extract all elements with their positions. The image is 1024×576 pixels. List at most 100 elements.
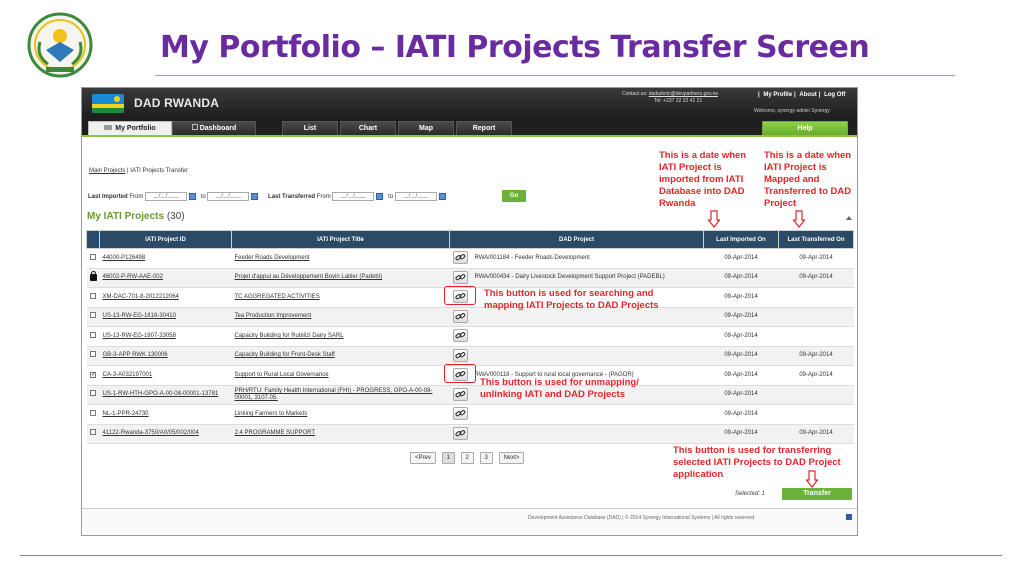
table-row[interactable]: 41122-Rwanda-3750/A0/05/002/004 2.4 PROGR… bbox=[86, 423, 854, 444]
column-header-last-imported[interactable]: Last Imported On bbox=[703, 230, 779, 249]
map-button-highlight bbox=[444, 286, 476, 305]
last-transferred-cell: 09-Apr-2014 bbox=[778, 267, 854, 288]
iati-title-link[interactable]: Support to Rural Local Governance bbox=[235, 372, 329, 378]
table-row[interactable]: NL-1-PPR-24730 Linking Farmers to Markets… bbox=[86, 404, 854, 425]
page-3-button[interactable]: 3 bbox=[479, 452, 493, 464]
row-checkbox[interactable] bbox=[90, 409, 96, 416]
iati-title-link[interactable]: Capacity Building for Front-Desk Staff bbox=[235, 352, 335, 358]
info-icon[interactable] bbox=[846, 514, 852, 520]
link-icon[interactable] bbox=[453, 387, 468, 401]
next-page-button[interactable]: Next> bbox=[498, 452, 525, 464]
contact-email-link[interactable]: dadadmin@devpartners.gov.rw bbox=[649, 91, 718, 97]
section-title-text: My IATI Projects bbox=[87, 211, 165, 222]
iati-title-link[interactable]: Capacity Building for Rubilizi Dairy SAR… bbox=[235, 333, 344, 339]
link-icon[interactable] bbox=[453, 348, 468, 362]
transferred-to-input[interactable]: __/__/____ bbox=[394, 192, 437, 201]
iati-title-link[interactable]: 2.4 PROGRAMME SUPPORT bbox=[235, 430, 316, 436]
last-imported-cell: 09-Apr-2014 bbox=[703, 384, 779, 405]
table-row[interactable]: 44000-P126498 Feeder Roads Development RWA… bbox=[86, 248, 854, 269]
iati-id-cell: CA-3-A032197001 bbox=[99, 365, 232, 386]
iati-id-link[interactable]: NL-1-PPR-24730 bbox=[103, 411, 149, 417]
table-row[interactable]: US-13-RW-EG-1818-30410 Tea Production Imp… bbox=[86, 306, 854, 327]
table-row[interactable]: US-1-RW-HTH-GPO-A-00-08-00001-13781 PRH/R… bbox=[86, 384, 854, 405]
row-checkbox[interactable] bbox=[90, 351, 96, 358]
iati-id-cell: NL-1-PPR-24730 bbox=[99, 404, 232, 425]
calendar-icon[interactable] bbox=[438, 193, 446, 200]
transferred-from-input[interactable]: __/__/____ bbox=[332, 192, 375, 201]
table-row[interactable]: US-13-RW-EG-1807-33058 Capacity Building … bbox=[86, 326, 854, 347]
last-imported-cell: 09-Apr-2014 bbox=[703, 326, 779, 347]
row-checkbox[interactable] bbox=[90, 253, 96, 260]
my-profile-link[interactable]: My Profile bbox=[763, 92, 792, 98]
column-header-iati-id[interactable]: IATI Project ID bbox=[99, 230, 232, 249]
imported-from-input[interactable]: __/__/____ bbox=[145, 192, 188, 201]
collapse-arrow-icon[interactable] bbox=[846, 216, 852, 220]
calendar-icon[interactable] bbox=[376, 193, 384, 200]
iati-id-link[interactable]: US-1-RW-HTH-GPO-A-00-08-00001-13781 bbox=[103, 391, 219, 397]
tab-list[interactable]: List bbox=[282, 121, 338, 135]
iati-id-link[interactable]: 41122-Rwanda-3750/A0/05/002/004 bbox=[103, 430, 199, 436]
iati-title-cell: TC AGGREGATED ACTIVITIES bbox=[231, 287, 450, 308]
tab-report[interactable]: Report bbox=[456, 121, 512, 135]
row-checkbox[interactable]: ✓ bbox=[90, 371, 96, 378]
link-icon[interactable] bbox=[453, 251, 468, 265]
annotation-imported-date: This is a date when IATI Project is impo… bbox=[659, 150, 747, 209]
column-header-dad-project[interactable]: DAD Project bbox=[449, 230, 704, 249]
iati-title-cell: Tea Production Improvement bbox=[231, 306, 450, 327]
row-checkbox[interactable] bbox=[90, 429, 96, 436]
tab-map[interactable]: Map bbox=[398, 121, 454, 135]
iati-id-link[interactable]: GB-3-APP RWK 130006 bbox=[103, 352, 168, 358]
last-imported-label: Last Imported bbox=[88, 194, 128, 201]
rwanda-emblem-icon bbox=[27, 12, 93, 78]
go-button[interactable]: Go bbox=[502, 190, 526, 202]
select-column-header bbox=[86, 230, 100, 249]
page-1-button[interactable]: 1 bbox=[441, 452, 455, 464]
iati-id-link[interactable]: 44000-P126498 bbox=[103, 255, 146, 261]
log-off-link[interactable]: Log Off bbox=[824, 92, 845, 98]
link-icon[interactable] bbox=[453, 407, 468, 421]
link-icon[interactable] bbox=[453, 309, 468, 323]
link-icon[interactable] bbox=[453, 426, 468, 440]
select-cell bbox=[86, 326, 100, 347]
breadcrumb-main-projects[interactable]: Main Projects bbox=[89, 168, 125, 174]
iati-title-link[interactable]: Feeder Roads Development bbox=[235, 255, 310, 261]
row-checkbox[interactable] bbox=[90, 292, 96, 299]
iati-title-link[interactable]: Projet d'appui au Développement Bovin La… bbox=[235, 274, 383, 280]
column-header-iati-title[interactable]: IATI Project Title bbox=[231, 230, 450, 249]
iati-id-link[interactable]: 46002-P-RW-AAE-002 bbox=[103, 274, 163, 280]
calendar-icon[interactable] bbox=[251, 193, 259, 200]
transfer-button[interactable]: Transfer bbox=[782, 488, 852, 500]
imported-to-input[interactable]: __/__/____ bbox=[207, 192, 250, 201]
date-filter: Last Imported From __/__/____ to __/__/_… bbox=[88, 192, 449, 201]
select-cell bbox=[86, 248, 100, 269]
table-row[interactable]: GB-3-APP RWK 130006 Capacity Building for… bbox=[86, 345, 854, 366]
row-checkbox[interactable] bbox=[90, 390, 96, 397]
iati-id-link[interactable]: CA-3-A032197001 bbox=[103, 372, 153, 378]
iati-title-link[interactable]: Linking Farmers to Markets bbox=[235, 411, 308, 417]
last-imported-cell: 09-Apr-2014 bbox=[703, 345, 779, 366]
tab-my-portfolio[interactable]: My Portfolio bbox=[88, 121, 172, 135]
tab-chart[interactable]: Chart bbox=[340, 121, 396, 135]
last-transferred-cell bbox=[778, 287, 854, 308]
link-icon[interactable] bbox=[453, 329, 468, 343]
select-cell bbox=[86, 287, 100, 308]
row-checkbox[interactable] bbox=[90, 331, 96, 338]
iati-id-link[interactable]: US-13-RW-EG-1807-33058 bbox=[103, 333, 176, 339]
column-header-last-transferred[interactable]: Last Transferred On bbox=[778, 230, 854, 249]
last-transferred-cell: 09-Apr-2014 bbox=[778, 423, 854, 444]
page-2-button[interactable]: 2 bbox=[460, 452, 474, 464]
prev-page-button[interactable]: <Prev bbox=[410, 452, 436, 464]
tab-help[interactable]: Help bbox=[762, 121, 848, 135]
link-icon[interactable] bbox=[453, 270, 468, 284]
table-row[interactable]: 46002-P-RW-AAE-002 Projet d'appui au Déve… bbox=[86, 267, 854, 288]
tab-dashboard[interactable]: Dashboard bbox=[172, 121, 256, 135]
iati-id-link[interactable]: XM-DAC-701-8-2012212064 bbox=[103, 294, 179, 300]
iati-id-link[interactable]: US-13-RW-EG-1818-30410 bbox=[103, 313, 176, 319]
row-checkbox[interactable] bbox=[90, 312, 96, 319]
iati-title-link[interactable]: PRH/RTU: Family Health International (FH… bbox=[235, 388, 433, 401]
iati-title-link[interactable]: Tea Production Improvement bbox=[235, 313, 312, 319]
calendar-icon[interactable] bbox=[189, 193, 197, 200]
iati-title-link[interactable]: TC AGGREGATED ACTIVITIES bbox=[235, 294, 320, 300]
about-link[interactable]: About bbox=[799, 92, 816, 98]
iati-projects-table: IATI Project ID IATI Project Title DAD P… bbox=[86, 230, 854, 444]
